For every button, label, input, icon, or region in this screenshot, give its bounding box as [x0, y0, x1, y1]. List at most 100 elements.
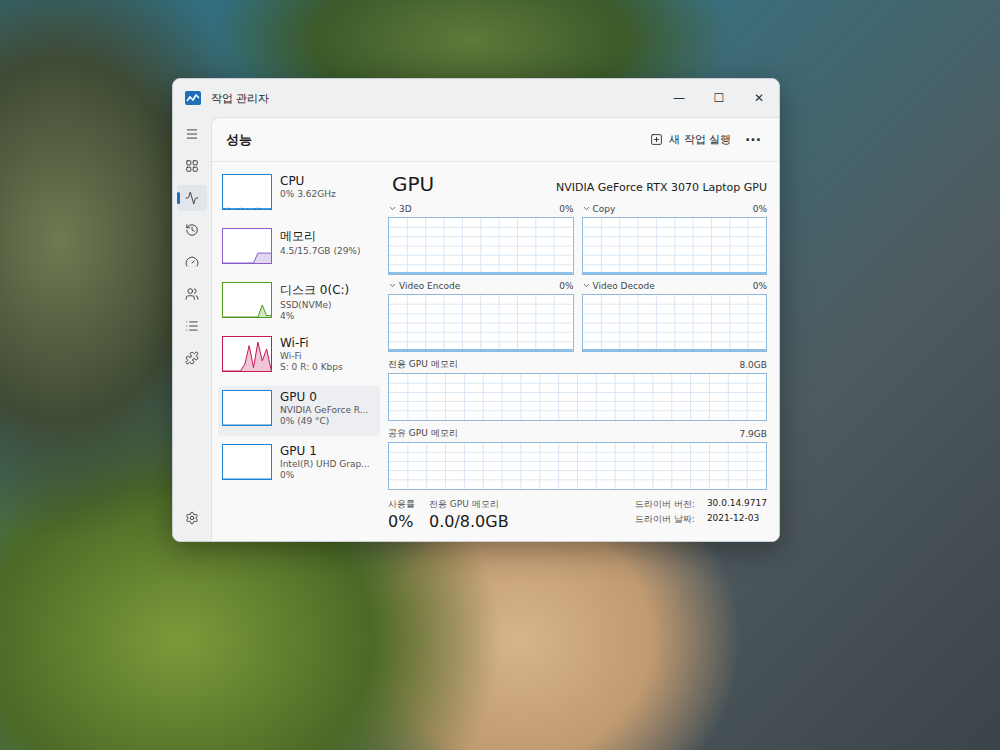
engine-selector[interactable]: Video Decode	[582, 281, 655, 291]
info-label: 드라이버 버전:	[635, 498, 695, 511]
users-icon	[185, 287, 199, 301]
engine-panel: Video Decode0%	[582, 279, 768, 352]
grid-line	[520, 374, 521, 420]
stats-row: 사용률0%전용 GPU 메모리0.0/8.0GB드라이버 버전:30.0.14.…	[388, 496, 767, 531]
device-text: Wi-FiWi-FiS: 0 R: 0 Kbps	[280, 336, 343, 372]
driver-info: 드라이버 버전:30.0.14.9717드라이버 날짜:2021-12-03	[635, 498, 767, 531]
grid-line	[389, 236, 573, 237]
grid-line	[389, 304, 573, 305]
grid-line	[407, 374, 408, 420]
grid-line	[389, 255, 573, 256]
thumbnail-line	[223, 253, 271, 263]
grid-line	[426, 374, 427, 420]
device-item[interactable]: 디스크 0(C:)SSD(NVMe)4%	[218, 278, 380, 328]
gpu-title: GPU	[392, 172, 434, 196]
device-item[interactable]: GPU 1Intel(R) UHD Grap...0%	[218, 440, 380, 490]
device-list: CPU0% 3.62GHz메모리4.5/15.7GB (29%)디스크 0(C:…	[218, 170, 380, 531]
engine-label-row: Copy 0%	[582, 202, 768, 215]
grid-line	[671, 374, 672, 420]
chevron-down-icon	[388, 204, 397, 213]
page-header: 성능새 작업 실행···	[212, 118, 779, 162]
thumbnail-area	[223, 479, 271, 480]
engine-label: 3D	[399, 204, 412, 214]
stat-value: 0%	[388, 512, 415, 531]
nav-button[interactable]	[177, 217, 207, 243]
grid-line	[583, 236, 767, 237]
nav-button[interactable]	[177, 249, 207, 275]
grid-line	[583, 313, 767, 314]
engine-graph	[388, 217, 574, 275]
device-name: Wi-Fi	[280, 336, 343, 350]
details-icon	[185, 319, 199, 333]
nav-button[interactable]	[177, 505, 207, 531]
engine-graph	[388, 294, 574, 352]
engine-grid: 3D0% Copy 0% Video Encode0% Video Decode0%	[388, 202, 767, 352]
grid-line	[615, 443, 616, 489]
grid-line	[690, 443, 691, 489]
engine-graph	[582, 294, 768, 352]
desktop: 작업 관리자—☐✕성능새 작업 실행···CPU0% 3.62GHz메모리4.5…	[0, 0, 1000, 750]
engine-panel: Video Encode0%	[388, 279, 574, 352]
window-control-button[interactable]: ☐	[699, 79, 739, 117]
engine-selector[interactable]: Copy	[582, 204, 616, 214]
grid-line	[728, 443, 729, 489]
run-task-button[interactable]: 새 작업 실행	[642, 128, 739, 151]
more-button[interactable]: ···	[739, 130, 767, 150]
grid-line	[502, 443, 503, 489]
grid-line	[558, 443, 559, 489]
window-controls: —☐✕	[659, 79, 779, 117]
grid-line	[583, 264, 767, 265]
memory-label: 공유 GPU 메모리	[388, 427, 458, 440]
device-detail: Intel(R) UHD Grap...	[280, 459, 370, 469]
engine-graph	[582, 217, 768, 275]
device-item[interactable]: GPU 0NVIDIA GeForce R...0% (49 °C)	[218, 386, 380, 436]
chevron-down-icon	[582, 281, 591, 290]
grid-line	[577, 374, 578, 420]
engine-label-row: 3D0%	[388, 202, 574, 215]
grid	[389, 295, 573, 351]
window-control-button[interactable]: —	[659, 79, 699, 117]
engine-label: Video Encode	[399, 281, 460, 291]
thumbnail-area	[223, 342, 271, 371]
nav-button[interactable]	[177, 121, 207, 147]
grid	[389, 218, 573, 274]
thumbnail-line	[223, 479, 271, 480]
device-name: GPU 1	[280, 444, 370, 458]
engine-selector[interactable]: Video Encode	[388, 281, 460, 291]
nav-rail	[173, 117, 211, 541]
new-task-icon	[650, 133, 663, 146]
thumbnail-line	[223, 305, 271, 317]
grid-line	[483, 374, 484, 420]
main-panel: 성능새 작업 실행··· CPU0% 3.62GHz메모리4.5/15.7GB (…	[211, 117, 779, 541]
grid-line	[389, 410, 766, 411]
device-detail: NVIDIA GeForce R...	[280, 405, 368, 415]
gpu-model: NVIDIA GeForce RTX 3070 Laptop GPU	[556, 181, 767, 194]
device-item[interactable]: 메모리4.5/15.7GB (29%)	[218, 224, 380, 274]
nav-button[interactable]	[177, 345, 207, 371]
info-value: 2021-12-03	[707, 513, 767, 526]
engine-series-line	[583, 273, 767, 274]
device-item[interactable]: CPU0% 3.62GHz	[218, 170, 380, 220]
task-manager-window: 작업 관리자—☐✕성능새 작업 실행···CPU0% 3.62GHz메모리4.5…	[172, 78, 780, 542]
performance-content: CPU0% 3.62GHz메모리4.5/15.7GB (29%)디스크 0(C:…	[212, 162, 779, 531]
nav-button[interactable]	[177, 185, 207, 211]
grid-line	[671, 443, 672, 489]
nav-button[interactable]	[177, 281, 207, 307]
engine-percent: 0%	[753, 204, 767, 214]
engine-label-row: Video Encode0%	[388, 279, 574, 292]
device-detail: 4%	[280, 311, 349, 321]
window-control-button[interactable]: ✕	[739, 79, 779, 117]
nav-button[interactable]	[177, 313, 207, 339]
grid-line	[539, 443, 540, 489]
grid-line	[389, 461, 766, 462]
thumbnail-area	[223, 208, 271, 210]
device-detail: 0% (49 °C)	[280, 416, 368, 426]
nav-button[interactable]	[177, 153, 207, 179]
grid-line	[558, 374, 559, 420]
grid-line	[583, 332, 767, 333]
engine-selector[interactable]: 3D	[388, 204, 412, 214]
grid-line	[583, 227, 767, 228]
device-item[interactable]: Wi-FiWi-FiS: 0 R: 0 Kbps	[218, 332, 380, 382]
engine-label-row: Video Decode0%	[582, 279, 768, 292]
device-detail: Wi-Fi	[280, 351, 343, 361]
